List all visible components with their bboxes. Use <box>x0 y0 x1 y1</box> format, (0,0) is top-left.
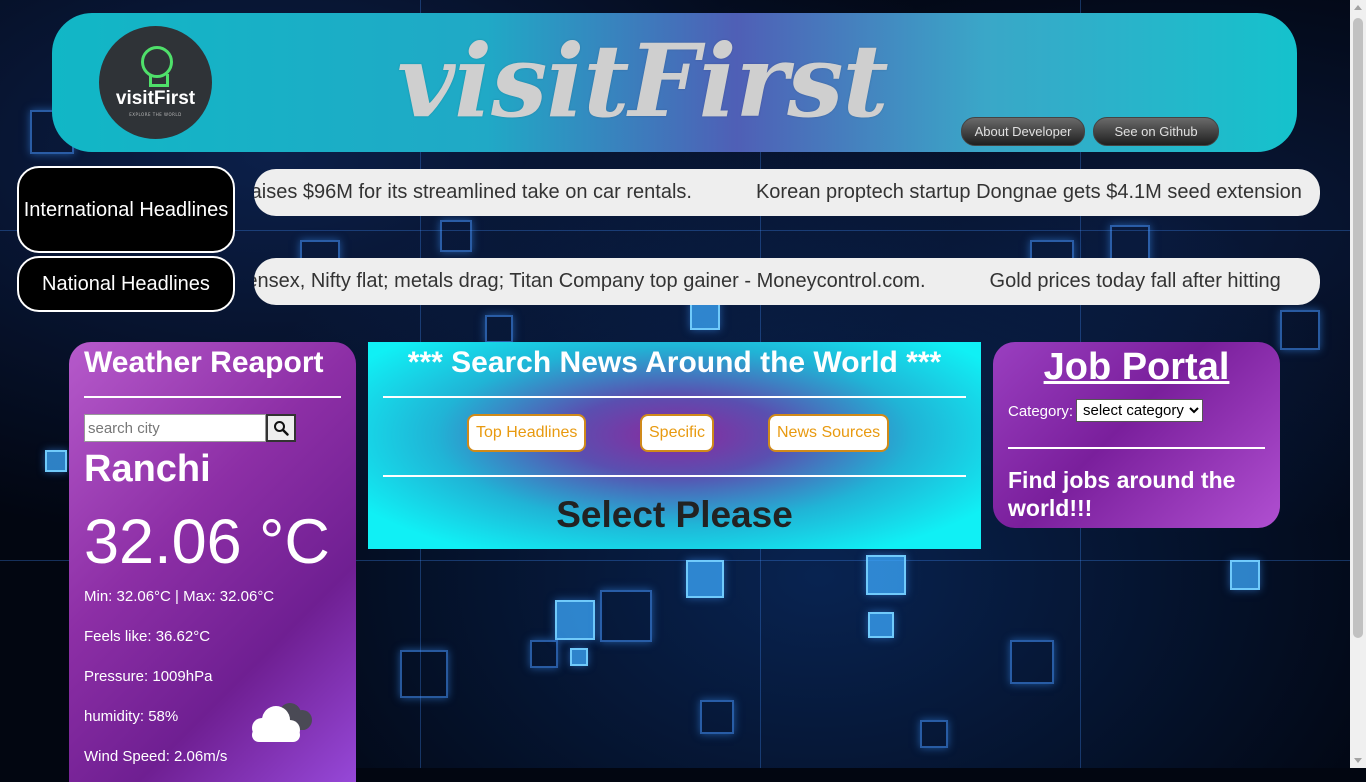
international-headlines-ticker[interactable]: raises $96M for its streamlined take on … <box>254 169 1320 216</box>
headline-item[interactable]: raises $96M for its streamlined take on … <box>254 181 692 203</box>
headline-item[interactable]: Gold prices today fall after hitting <box>990 270 1281 292</box>
site-header: visitFirst EXPLORE THE WORLD visitFirst … <box>52 13 1297 152</box>
search-icon <box>274 421 289 436</box>
logo-text: visitFirst <box>115 88 196 109</box>
weather-min-max: Min: 32.06°C | Max: 32.06°C <box>84 588 275 605</box>
specific-button[interactable]: Specific <box>640 414 715 452</box>
news-status: Select Please <box>556 494 793 535</box>
scroll-down-icon[interactable] <box>1354 758 1362 763</box>
weather-temperature: 32.06 °C <box>84 507 330 577</box>
weather-pressure: Pressure: 1009hPa <box>84 668 213 685</box>
top-headlines-button[interactable]: Top Headlines <box>467 414 587 452</box>
site-logo[interactable]: visitFirst EXPLORE THE WORLD <box>99 26 212 139</box>
weather-city: Ranchi <box>84 448 211 490</box>
weather-wind-speed: Wind Speed: 2.06m/s <box>84 748 228 765</box>
weather-feels-like: Feels like: 36.62°C <box>84 628 211 645</box>
divider <box>383 475 966 477</box>
weather-title: Weather Reaport <box>84 346 324 379</box>
city-search-input[interactable] <box>84 414 266 442</box>
category-select[interactable]: select category <box>1076 399 1203 422</box>
city-search-button[interactable] <box>266 414 296 442</box>
job-portal-panel: Job Portal Category: select category Fin… <box>993 342 1280 528</box>
news-sources-button[interactable]: News Sources <box>768 414 890 452</box>
category-label: Category: <box>1008 403 1074 420</box>
international-headlines-label[interactable]: International Headlines <box>17 166 235 253</box>
cloud-icon <box>252 703 312 742</box>
national-headlines-label[interactable]: National Headlines <box>17 256 235 312</box>
headline-item[interactable]: Sensex, Nifty flat; metals drag; Titan C… <box>254 270 926 292</box>
divider <box>84 396 341 398</box>
news-title: *** Search News Around the World *** <box>407 346 942 379</box>
weather-humidity: humidity: 58% <box>84 708 179 725</box>
see-on-github-button[interactable]: See on Github <box>1093 117 1219 146</box>
job-portal-title[interactable]: Job Portal <box>993 346 1280 389</box>
vertical-scrollbar[interactable] <box>1350 0 1366 768</box>
weather-panel: Weather Reaport Ranchi 32.06 °C Min: 32.… <box>69 342 356 782</box>
divider <box>383 396 966 398</box>
job-tagline: Find jobs around the world!!! <box>1008 467 1236 522</box>
logo-tagline: EXPLORE THE WORLD <box>129 112 182 117</box>
headline-item[interactable]: Korean proptech startup Dongnae gets $4.… <box>756 181 1302 203</box>
news-search-panel: *** Search News Around the World *** Top… <box>368 342 981 549</box>
scroll-up-icon[interactable] <box>1354 5 1362 10</box>
scrollbar-thumb[interactable] <box>1353 18 1363 638</box>
brand-title: visitFirst <box>397 22 889 140</box>
divider <box>1008 447 1265 449</box>
national-headlines-ticker[interactable]: Sensex, Nifty flat; metals drag; Titan C… <box>254 258 1320 305</box>
about-developer-button[interactable]: About Developer <box>961 117 1085 146</box>
